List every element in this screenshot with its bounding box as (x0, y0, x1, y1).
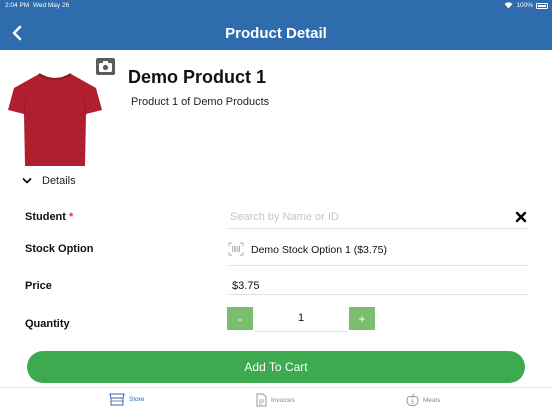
close-icon (515, 211, 527, 223)
chevron-down-icon (22, 178, 32, 184)
status-time-text: 2:04 PM (5, 2, 30, 9)
decrement-button[interactable]: - (227, 307, 253, 330)
wifi-icon (504, 2, 513, 9)
product-name: Demo Product 1 (128, 67, 267, 87)
stock-field-underline (228, 265, 528, 266)
tab-store-label: Store (129, 396, 145, 403)
price-value: $3.75 (232, 280, 260, 292)
student-label: Student * (25, 211, 73, 223)
quantity-underline (254, 331, 348, 332)
stock-option-label: Stock Option (25, 243, 94, 255)
required-marker: * (69, 211, 74, 223)
price-field-underline (228, 294, 528, 295)
tab-bar: Store Invoices $ Meals (0, 387, 552, 414)
details-label: Details (42, 175, 76, 187)
product-description: Product 1 of Demo Products (131, 96, 270, 108)
battery-percent: 100% (516, 2, 533, 9)
camera-icon (99, 61, 112, 72)
barcode-icon (228, 242, 244, 256)
status-indicators: 100% (504, 2, 548, 9)
details-toggle[interactable]: Details (22, 175, 76, 187)
tab-store[interactable]: Store (109, 393, 145, 406)
status-time: 2:04 PM Wed May 26 (5, 2, 69, 9)
student-label-text: Student (25, 211, 66, 223)
tab-meals-label: Meals (423, 396, 441, 404)
status-bar: 2:04 PM Wed May 26 100% (0, 0, 552, 11)
increment-button[interactable]: + (349, 307, 375, 330)
clear-student-button[interactable] (514, 210, 528, 224)
status-date-text: Wed May 26 (32, 2, 70, 9)
apple-icon: $ (406, 393, 419, 407)
battery-icon (536, 2, 548, 9)
student-field-underline (228, 228, 528, 229)
product-image (8, 73, 102, 166)
svg-text:$: $ (411, 400, 414, 406)
store-icon (109, 393, 125, 406)
price-label: Price (25, 280, 52, 292)
tab-meals[interactable]: $ Meals (406, 393, 440, 407)
invoice-icon (256, 393, 267, 407)
student-search-input[interactable] (230, 208, 500, 226)
tab-invoices-label: Invoices (271, 396, 295, 404)
add-to-cart-button[interactable]: Add To Cart (27, 351, 525, 383)
app-header: 2:04 PM Wed May 26 100% Product Detail (0, 0, 552, 50)
quantity-label: Quantity (25, 318, 70, 330)
quantity-value[interactable]: 1 (254, 307, 348, 330)
tab-invoices[interactable]: Invoices (256, 393, 295, 407)
camera-button[interactable] (96, 58, 115, 75)
stock-option-value[interactable]: Demo Stock Option 1 ($3.75) (251, 244, 387, 256)
page-title: Product Detail (225, 25, 327, 42)
